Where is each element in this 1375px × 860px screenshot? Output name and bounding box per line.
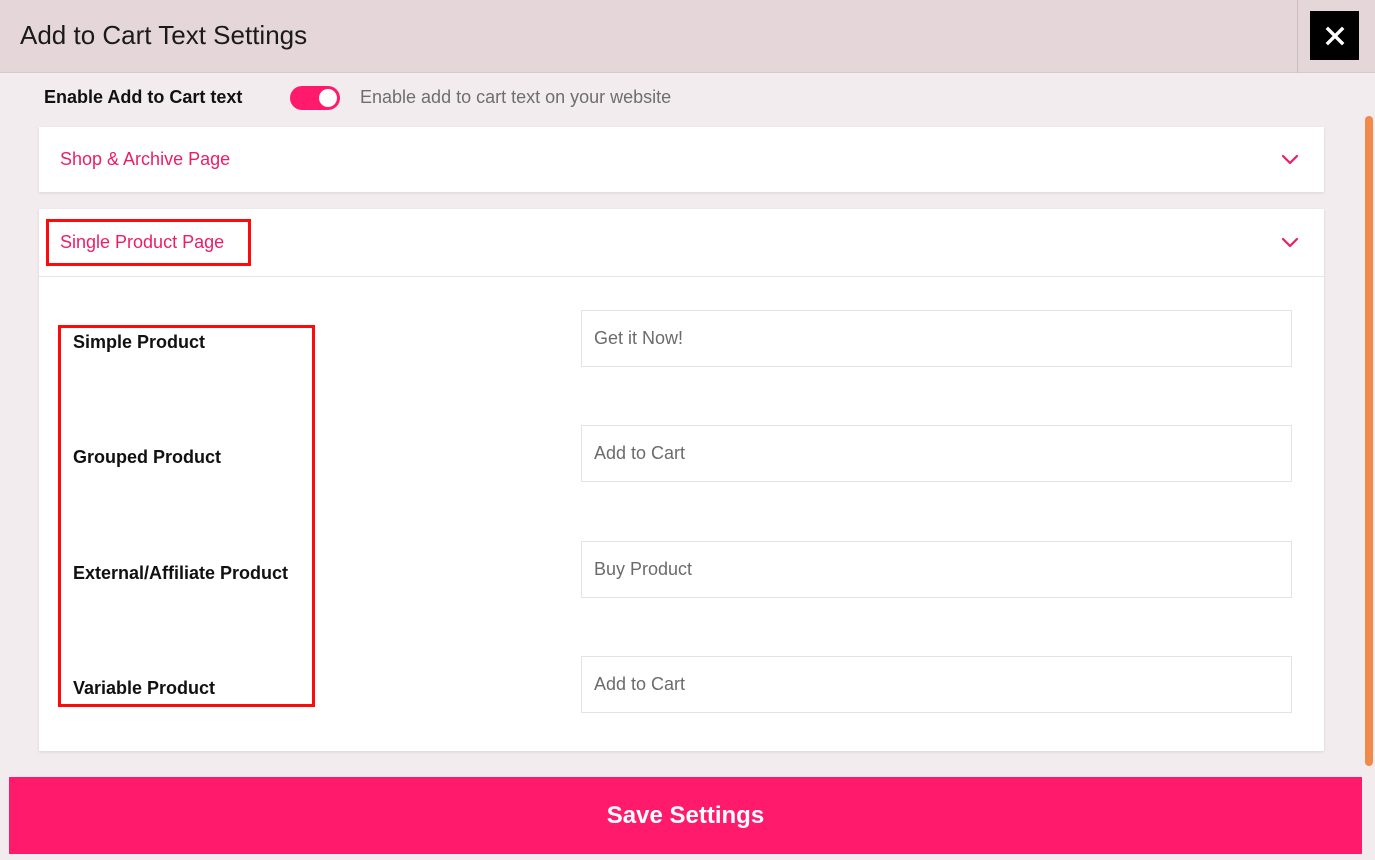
external-affiliate-product-label: External/Affiliate Product <box>73 563 289 583</box>
chevron-down-icon <box>1281 154 1299 165</box>
close-icon <box>1325 26 1344 45</box>
header-divider <box>1297 0 1298 73</box>
modal-header: Add to Cart Text Settings <box>0 0 1375 73</box>
labels-highlight-box <box>58 325 315 707</box>
chevron-down-icon <box>1281 237 1299 248</box>
shop-archive-section: Shop & Archive Page <box>39 127 1324 192</box>
enable-add-to-cart-description: Enable add to cart text on your website <box>360 87 672 107</box>
title-highlight-box <box>46 219 251 266</box>
save-settings-button[interactable]: Save Settings <box>9 777 1362 854</box>
modal-title: Add to Cart Text Settings <box>20 20 308 50</box>
variable-product-label: Variable Product <box>73 678 216 698</box>
grouped-product-input[interactable] <box>581 425 1292 482</box>
variable-product-input[interactable] <box>581 656 1292 713</box>
single-product-section: Single Product Page Simple Product Group… <box>39 209 1324 751</box>
shop-archive-section-header[interactable]: Shop & Archive Page <box>39 127 1324 192</box>
close-button[interactable] <box>1310 11 1359 60</box>
toggle-knob <box>319 89 337 107</box>
enable-add-to-cart-toggle[interactable] <box>290 86 340 110</box>
single-product-section-header[interactable]: Single Product Page <box>39 209 1324 276</box>
scrollbar-thumb[interactable] <box>1365 116 1373 766</box>
section-divider <box>39 276 1324 277</box>
enable-add-to-cart-label: Enable Add to Cart text <box>44 87 243 107</box>
external-affiliate-product-input[interactable] <box>581 541 1292 598</box>
shop-archive-section-title: Shop & Archive Page <box>60 149 231 169</box>
simple-product-input[interactable] <box>581 310 1292 367</box>
simple-product-label: Simple Product <box>73 332 206 352</box>
grouped-product-label: Grouped Product <box>73 447 221 467</box>
